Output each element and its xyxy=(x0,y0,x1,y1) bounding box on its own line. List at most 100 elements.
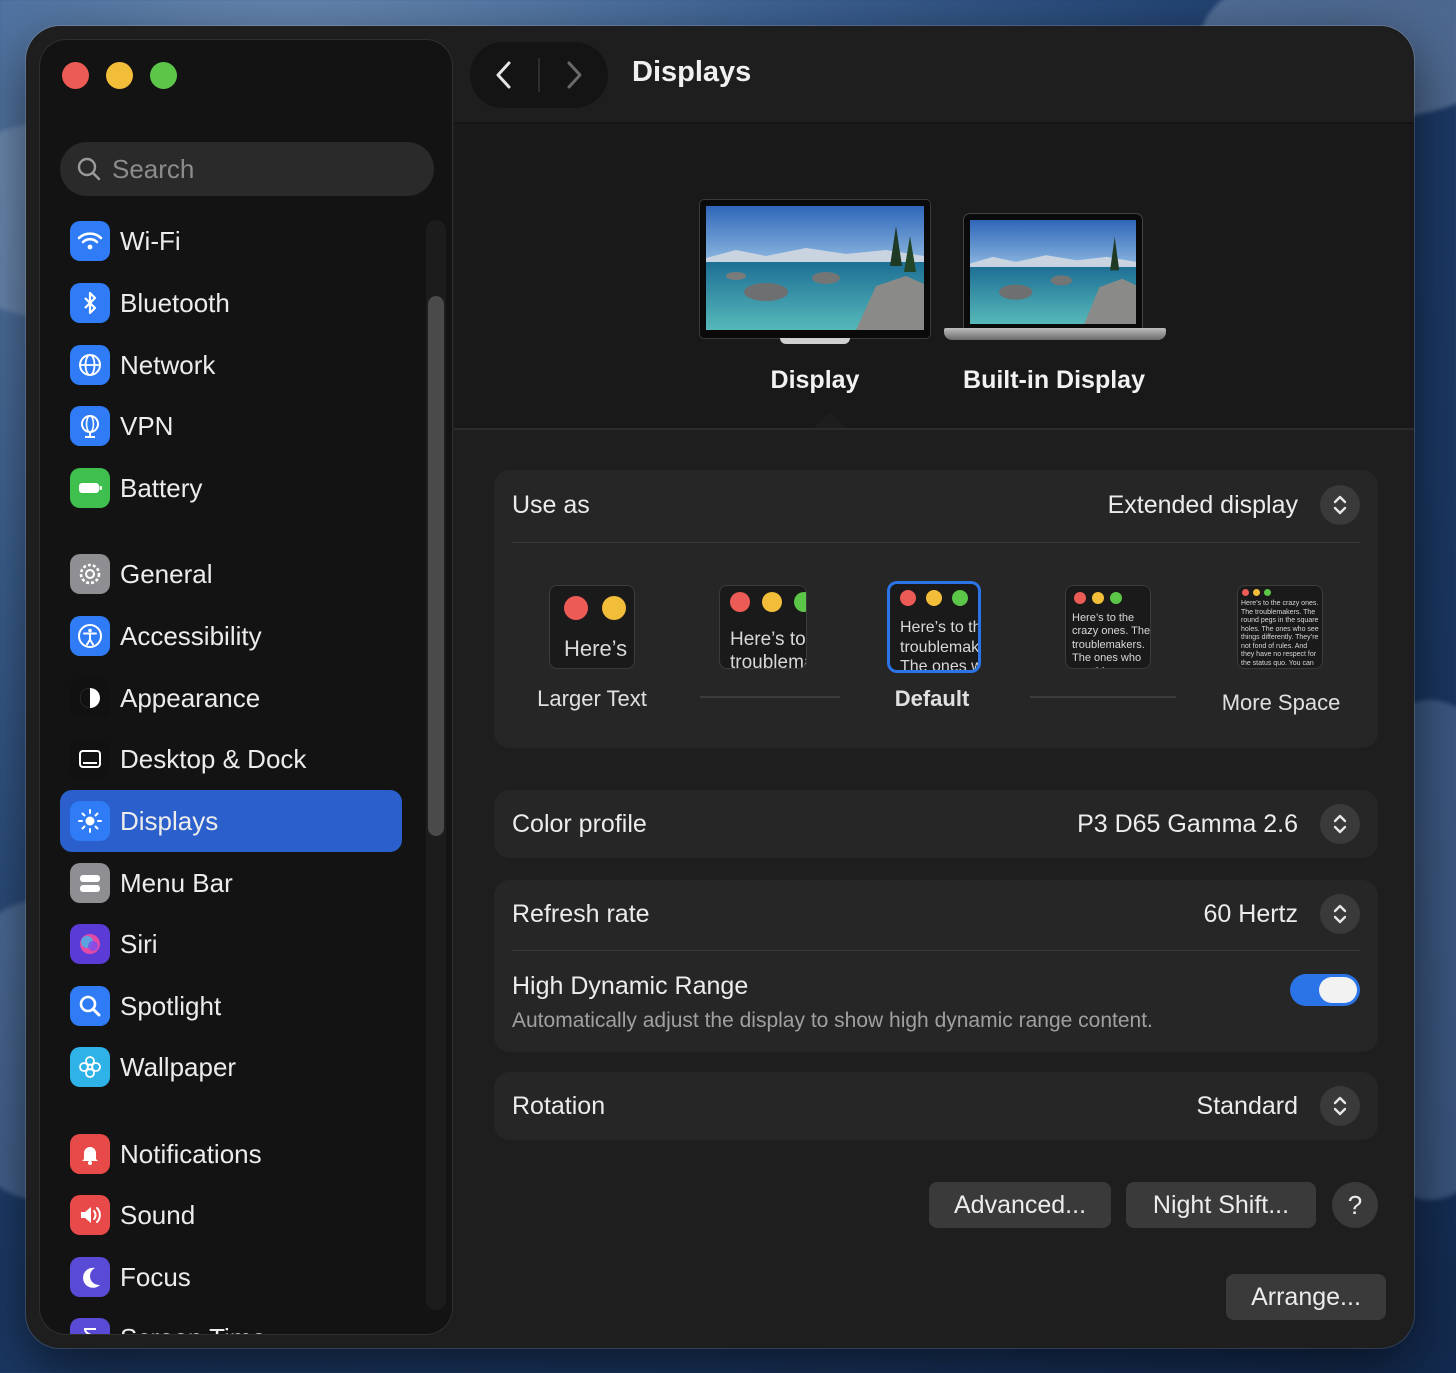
close-window-button[interactable] xyxy=(62,62,89,89)
sidebar-item-label: Battery xyxy=(120,472,203,503)
rotation-label: Rotation xyxy=(512,1091,606,1120)
chevron-updown-icon xyxy=(1333,904,1347,924)
resolution-preview-text: Here’s to the troublemakers. The ones wh… xyxy=(900,619,978,670)
laptop-base xyxy=(944,328,1166,340)
resolution-option-default[interactable]: Here’s to the troublemakers. The ones wh… xyxy=(888,580,988,720)
resolution-preview: Here’s to the crazy ones. The troublemak… xyxy=(1066,586,1150,668)
resolution-track-line xyxy=(700,696,840,698)
resolution-label: More Space xyxy=(1221,690,1341,715)
use-as-stepper[interactable] xyxy=(1320,485,1360,525)
sidebar-item-label: Menu Bar xyxy=(120,867,233,898)
wifi-icon xyxy=(70,221,110,261)
zoom-window-button[interactable] xyxy=(150,62,177,89)
sidebar-item-label: Focus xyxy=(120,1261,191,1292)
refresh-rate-stepper[interactable] xyxy=(1320,894,1360,934)
resolution-option-2[interactable]: Here’s to the troublemakers xyxy=(720,584,810,674)
resolution-label: Default xyxy=(894,686,970,711)
sidebar-item-bluetooth[interactable]: Bluetooth xyxy=(60,272,402,334)
built-in-display-name-label[interactable]: Built-in Display xyxy=(954,366,1154,395)
sidebar-item-wi-fi[interactable]: Wi-Fi xyxy=(60,210,402,272)
resolution-track-line xyxy=(1030,696,1176,698)
sidebar-scrollbar-thumb[interactable] xyxy=(428,296,444,836)
display-picker: Display Built-in Display xyxy=(454,124,1414,428)
color-profile-stepper[interactable] xyxy=(1320,804,1360,844)
rotation-value: Standard xyxy=(1196,1091,1298,1120)
refresh-rate-popup[interactable]: 60 Hertz xyxy=(1204,894,1360,934)
rotation-popup[interactable]: Standard xyxy=(1197,1086,1360,1126)
chevron-updown-icon xyxy=(1333,1096,1347,1116)
display-wallpaper-image xyxy=(706,206,924,330)
resolution-preview: Here’s xyxy=(550,586,634,668)
sidebar-item-label: Siri xyxy=(120,928,158,959)
chevron-updown-icon xyxy=(1333,814,1347,834)
magnifier-icon xyxy=(70,986,110,1026)
help-button[interactable]: ? xyxy=(1332,1182,1378,1228)
sidebar-item-displays[interactable]: Displays xyxy=(60,790,402,852)
search-input[interactable]: Search xyxy=(112,154,194,185)
refresh-rate-row: Refresh rate 60 Hertz xyxy=(512,891,1360,937)
resolution-option-larger-text[interactable]: Here’s Larger Text xyxy=(532,584,652,724)
resolution-preview-text: Here’s to the crazy ones. The troublemak… xyxy=(1241,600,1319,667)
sidebar-item-network[interactable]: Network xyxy=(60,334,402,396)
search-icon xyxy=(77,157,101,181)
resolution-preview-text: Here’s to the crazy ones. The troublemak… xyxy=(1072,612,1150,668)
moon-icon xyxy=(70,1257,110,1297)
display-name-label[interactable]: Display xyxy=(750,366,880,395)
rotation-stepper[interactable] xyxy=(1320,1086,1360,1126)
appearance-icon xyxy=(70,678,110,718)
sidebar-item-battery[interactable]: Battery xyxy=(60,457,402,519)
color-profile-popup[interactable]: P3 D65 Gamma 2.6 xyxy=(1077,804,1360,844)
sidebar-item-focus[interactable]: Focus xyxy=(60,1246,402,1308)
sidebar-item-label: Desktop & Dock xyxy=(120,743,307,774)
use-as-popup[interactable]: Extended display xyxy=(1108,485,1360,525)
display-area-divider xyxy=(454,428,1414,430)
hourglass-icon xyxy=(70,1318,110,1334)
resolution-preview: Here’s to the troublemakers xyxy=(720,586,806,668)
sidebar-item-label: Displays xyxy=(120,805,219,836)
resolution-option-4[interactable]: Here’s to the crazy ones. The troublemak… xyxy=(1066,584,1156,674)
sidebar-item-desktop-dock[interactable]: Desktop & Dock xyxy=(60,728,402,790)
sidebar-item-label: Network xyxy=(120,349,216,380)
monitor-stand xyxy=(780,338,850,344)
hdr-label: High Dynamic Range xyxy=(512,972,749,1000)
resolution-option-more-space[interactable]: Here’s to the crazy ones. The troublemak… xyxy=(1214,584,1344,724)
sidebar-item-appearance[interactable]: Appearance xyxy=(60,667,402,729)
external-display-thumbnail[interactable] xyxy=(700,200,930,338)
globe-icon xyxy=(70,345,110,385)
speaker-icon xyxy=(70,1195,110,1235)
flower-icon xyxy=(70,1047,110,1087)
sidebar-item-general[interactable]: General xyxy=(60,543,402,605)
use-as-value: Extended display xyxy=(1107,490,1298,519)
resolution-preview-text: Here’s xyxy=(564,636,628,661)
minimize-window-button[interactable] xyxy=(106,62,133,89)
sidebar-item-accessibility[interactable]: Accessibility xyxy=(60,605,402,667)
search-field[interactable]: Search xyxy=(60,142,434,196)
siri-icon xyxy=(70,924,110,964)
sidebar-item-siri[interactable]: Siri xyxy=(60,913,402,975)
back-button[interactable] xyxy=(470,42,538,108)
sidebar-item-screen-time[interactable]: Screen Time xyxy=(60,1307,402,1334)
arrange-button[interactable]: Arrange... xyxy=(1226,1274,1386,1320)
sidebar-item-label: Spotlight xyxy=(120,990,222,1021)
night-shift-button[interactable]: Night Shift... xyxy=(1126,1182,1316,1228)
advanced-button[interactable]: Advanced... xyxy=(929,1182,1111,1228)
refresh-hdr-card: Refresh rate 60 Hertz High Dynamic Range… xyxy=(494,880,1378,1052)
hdr-toggle[interactable] xyxy=(1290,974,1360,1006)
sidebar-item-label: Notifications xyxy=(120,1138,262,1169)
sidebar-item-vpn[interactable]: VPN xyxy=(60,395,402,457)
selection-pointer xyxy=(814,412,846,428)
color-profile-card: Color profile P3 D65 Gamma 2.6 xyxy=(494,790,1378,858)
menubar-icon xyxy=(70,863,110,903)
forward-button[interactable] xyxy=(540,42,608,108)
sidebar-item-notifications[interactable]: Notifications xyxy=(60,1123,402,1185)
sidebar-item-wallpaper[interactable]: Wallpaper xyxy=(60,1036,402,1098)
sidebar-item-sound[interactable]: Sound xyxy=(60,1184,402,1246)
sidebar-item-menu-bar[interactable]: Menu Bar xyxy=(60,852,402,914)
built-in-display-thumbnail[interactable] xyxy=(964,214,1142,328)
color-profile-value: P3 D65 Gamma 2.6 xyxy=(1077,809,1298,838)
sidebar-item-spotlight[interactable]: Spotlight xyxy=(60,975,402,1037)
use-as-label: Use as xyxy=(512,490,590,519)
sidebar-scrollbar[interactable] xyxy=(426,220,446,1310)
sidebar-item-label: Bluetooth xyxy=(120,287,230,318)
sidebar-item-label: General xyxy=(120,558,213,589)
